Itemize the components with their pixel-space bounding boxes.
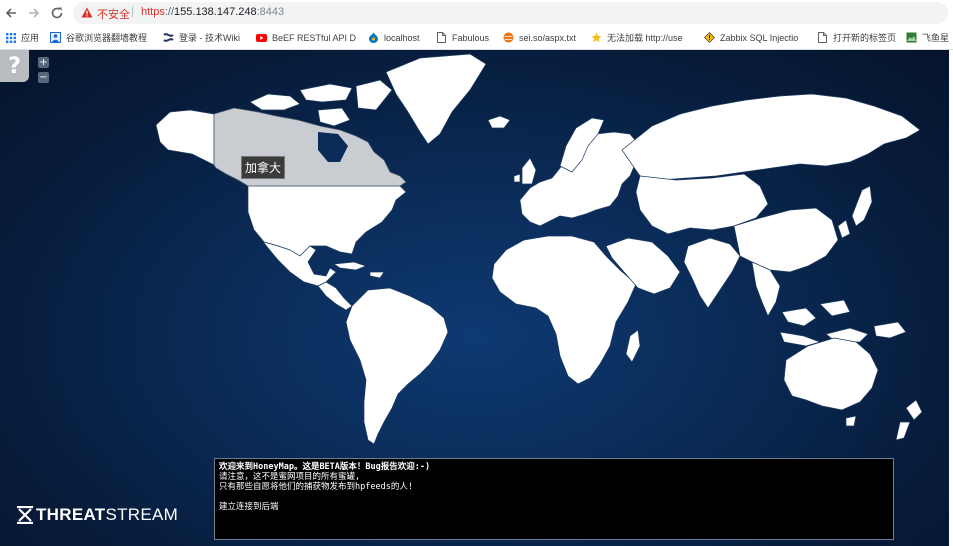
reload-icon bbox=[51, 7, 63, 19]
bookmark-fabulous[interactable]: Fabulous bbox=[436, 30, 489, 45]
region-south-america[interactable] bbox=[345, 287, 449, 445]
threatstream-logo: THREAT STREAM bbox=[16, 505, 178, 525]
not-secure-label[interactable]: 不安全 bbox=[97, 6, 130, 22]
bookmark-feiyuxing[interactable]: 飞鱼星 bbox=[906, 30, 953, 45]
country-japan[interactable] bbox=[851, 185, 873, 227]
apps-grid-icon bbox=[5, 32, 16, 43]
window-edge bbox=[949, 50, 953, 546]
warning-icon bbox=[704, 32, 715, 43]
bookmark-new-tab[interactable]: 打开新的标签页 bbox=[817, 30, 896, 45]
forward-button[interactable] bbox=[25, 4, 43, 22]
page-icon bbox=[436, 32, 447, 43]
country-korea[interactable] bbox=[837, 219, 851, 239]
arrow-left-icon bbox=[5, 8, 16, 18]
honeymap-viewport[interactable]: ? + − 加拿大 THREAT STREAM 欢迎来到HoneyMap。这是BE… bbox=[0, 50, 949, 546]
photo-icon bbox=[906, 32, 917, 43]
bookmark-apps[interactable]: 应用 bbox=[5, 30, 39, 45]
console-line: 建立连接到后端 bbox=[219, 502, 279, 512]
bookmark-load-failed[interactable]: 无法加载 http://use bbox=[591, 30, 693, 45]
bookmark-chrome-guide[interactable]: 谷歌浏览器翻墙教程 bbox=[50, 30, 150, 45]
url-text[interactable]: https://155.138.147.248:8443 bbox=[141, 6, 284, 18]
warning-triangle-icon[interactable] bbox=[81, 7, 93, 18]
omnibox-separator: | bbox=[131, 4, 135, 18]
country-madagascar[interactable] bbox=[625, 329, 641, 363]
bookmark-sei-aspx[interactable]: sei.so/aspx.txt bbox=[503, 30, 576, 45]
console-line: 请注意，这不是蜜网项目的所有蜜罐, bbox=[219, 472, 361, 482]
country-india[interactable] bbox=[683, 237, 741, 309]
confluence-icon bbox=[163, 32, 174, 43]
back-button[interactable] bbox=[2, 4, 20, 22]
logo-text-threat: THREAT bbox=[36, 505, 106, 524]
country-tooltip: 加拿大 bbox=[241, 156, 286, 179]
ball-icon bbox=[503, 32, 514, 43]
zoom-in-button[interactable]: + bbox=[38, 57, 49, 68]
country-new-zealand[interactable] bbox=[895, 399, 923, 441]
bookmarks-bar: 应用 谷歌浏览器翻墙教程 登录 - 技术Wiki BeEF RESTful AP… bbox=[0, 26, 953, 50]
logo-text-stream: STREAM bbox=[105, 505, 179, 524]
drupal-icon bbox=[368, 32, 379, 43]
threatstream-mark-icon bbox=[17, 506, 33, 524]
country-australia[interactable] bbox=[783, 337, 879, 411]
console-line: 只有那些自愿将他们的捕获物发布到hpfeeds的人! bbox=[219, 482, 413, 492]
bookmark-wiki-login[interactable]: 登录 - 技术Wiki bbox=[163, 30, 248, 45]
star-icon bbox=[591, 32, 602, 43]
bookmark-localhost[interactable]: localhost bbox=[368, 30, 420, 45]
zoom-out-button[interactable]: − bbox=[38, 72, 49, 83]
console-line: 欢迎来到HoneyMap。这是BETA版本！Bug报告欢迎:-) bbox=[219, 462, 431, 472]
bookmark-beef-api[interactable]: BeEF RESTful API D bbox=[256, 30, 356, 45]
country-iceland[interactable] bbox=[487, 115, 511, 129]
arrow-right-icon bbox=[29, 8, 40, 18]
browser-toolbar: 不安全 | https://155.138.147.248:8443 bbox=[0, 0, 953, 26]
country-usa-alaska[interactable] bbox=[155, 109, 215, 166]
region-central-america[interactable] bbox=[317, 281, 353, 311]
country-uk[interactable] bbox=[513, 157, 537, 185]
bookmark-zabbix-sql[interactable]: Zabbix SQL Injectio bbox=[704, 30, 806, 45]
region-caribbean[interactable] bbox=[333, 261, 385, 279]
page-icon bbox=[817, 32, 828, 43]
reload-button[interactable] bbox=[48, 4, 66, 22]
help-button[interactable]: ? bbox=[0, 50, 29, 82]
country-greenland[interactable] bbox=[385, 53, 487, 145]
region-southeast-asia[interactable] bbox=[751, 261, 851, 327]
console-log: 欢迎来到HoneyMap。这是BETA版本！Bug报告欢迎:-) 请注意，这不是… bbox=[214, 458, 894, 540]
country-russia[interactable] bbox=[621, 93, 921, 181]
photo-icon bbox=[50, 32, 61, 43]
youtube-icon bbox=[256, 32, 267, 43]
country-tasmania[interactable] bbox=[845, 415, 857, 427]
